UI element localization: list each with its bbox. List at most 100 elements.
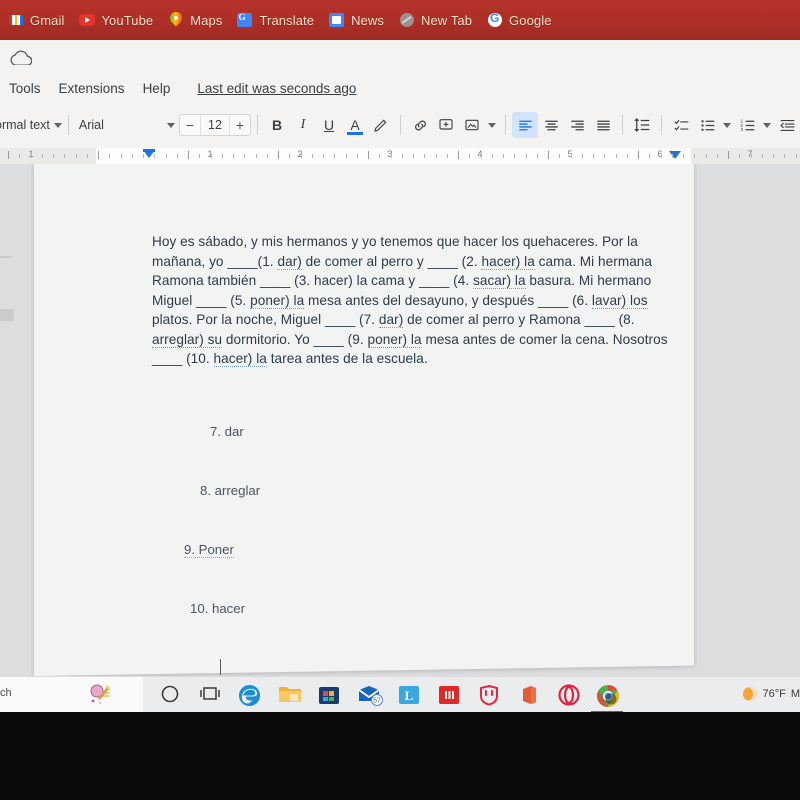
mail-icon[interactable]: 57	[358, 684, 383, 706]
task-view-icon[interactable]	[200, 684, 222, 706]
align-right-icon[interactable]	[564, 112, 590, 138]
ruler-tick	[98, 151, 99, 159]
ruler-tick	[255, 154, 257, 158]
insert-image-icon[interactable]	[459, 112, 485, 138]
font-size-stepper[interactable]: − 12 +	[179, 114, 251, 136]
answer-item-9[interactable]: 9. Poner	[184, 542, 234, 558]
align-center-icon[interactable]	[538, 112, 564, 138]
ruler-tick	[514, 154, 516, 158]
ruler-tick	[379, 154, 381, 158]
laptop-bezel	[0, 712, 800, 800]
bookmark-translate[interactable]: Translate	[231, 10, 323, 30]
docs-ruler[interactable]: 1 1 2 3 4 5 6 7	[0, 148, 800, 164]
weather-widget[interactable]: 76°F M	[743, 687, 800, 701]
text-color-button[interactable]: A	[342, 112, 368, 138]
ruler-tick	[761, 154, 763, 158]
numbered-list-icon[interactable]: 123	[734, 112, 760, 138]
ruler-tick	[536, 154, 538, 158]
answer-item-8[interactable]: 8. arreglar	[200, 483, 260, 498]
bold-button[interactable]: B	[264, 112, 290, 138]
paragraph-text: (2.	[457, 253, 482, 269]
bookmark-news[interactable]: News	[323, 10, 393, 30]
ruler-tick	[300, 154, 302, 158]
paragraph-style-value: Normal text	[0, 118, 50, 132]
add-comment-icon[interactable]	[433, 112, 459, 138]
bookmark-gmail[interactable]: Gmail	[2, 10, 73, 30]
paragraph-text: platos. Por la noche, Miguel	[152, 312, 325, 327]
windows-taskbar: ch 57 L 76°F M	[0, 676, 800, 712]
file-explorer-icon[interactable]	[278, 684, 301, 706]
opera-icon[interactable]	[558, 684, 580, 706]
ruler-tick	[86, 154, 88, 158]
decrease-indent-icon[interactable]	[774, 112, 800, 138]
answer-blank: ____	[260, 273, 291, 288]
bookmark-label: Translate	[259, 12, 315, 28]
menu-tools[interactable]: Tools	[0, 78, 50, 99]
document-page[interactable]: Hoy es sábado, y mis hermanos y yo tenem…	[34, 164, 694, 676]
bookmark-youtube[interactable]: YouTube	[73, 10, 162, 30]
bookmark-google[interactable]: Google	[481, 10, 561, 30]
shield-app-icon[interactable]	[478, 684, 500, 706]
insert-link-icon[interactable]	[407, 112, 433, 138]
paragraph-style-dropdown[interactable]: Normal text	[0, 118, 62, 132]
document-paragraph[interactable]: Hoy es sábado, y mis hermanos y yo tenem…	[152, 232, 670, 369]
search-input-text[interactable]: ch	[0, 687, 12, 699]
document-canvas[interactable]: Hoy es sábado, y mis hermanos y yo tenem…	[0, 164, 800, 676]
menu-extensions[interactable]: Extensions	[50, 78, 134, 99]
font-size-decrease-button[interactable]: −	[180, 115, 200, 135]
cortana-circle-icon[interactable]	[160, 684, 182, 706]
red-app-icon[interactable]	[438, 684, 460, 706]
font-size-value[interactable]: 12	[200, 115, 230, 135]
youtube-icon	[79, 12, 96, 28]
ruler-tick	[311, 154, 313, 158]
font-family-dropdown[interactable]: Arial	[75, 118, 175, 132]
align-left-icon[interactable]	[512, 112, 538, 138]
chevron-down-icon	[53, 122, 62, 128]
highlight-pen-icon[interactable]	[368, 112, 394, 138]
ruler-tick	[176, 154, 178, 158]
underline-button[interactable]: U	[316, 112, 342, 138]
checklist-icon[interactable]	[668, 112, 694, 138]
numbered-list-dropdown[interactable]	[760, 112, 774, 138]
paragraph-text: (9.	[343, 331, 368, 347]
menu-help[interactable]: Help	[134, 78, 180, 99]
answer-item-10[interactable]: 10. hacer	[190, 601, 245, 616]
store-icon[interactable]	[318, 684, 340, 706]
last-edit-status[interactable]: Last edit was seconds ago	[187, 78, 366, 99]
ruler-tick	[244, 154, 246, 158]
line-spacing-icon[interactable]	[629, 112, 655, 138]
cloud-saved-icon[interactable]	[10, 50, 32, 65]
ruler-tick	[503, 154, 504, 158]
bulleted-list-icon[interactable]	[694, 112, 720, 138]
ruler-tick	[199, 154, 201, 158]
edge-icon[interactable]	[238, 684, 261, 707]
font-size-increase-button[interactable]: +	[230, 115, 250, 135]
ruler-tick	[649, 154, 651, 158]
bookmark-maps[interactable]: Maps	[162, 10, 231, 30]
ruler-tick	[458, 151, 459, 159]
spellcheck-word: poner) la	[367, 331, 422, 348]
office-icon[interactable]	[518, 684, 540, 706]
chrome-icon[interactable]	[591, 684, 623, 712]
left-indent-marker[interactable]	[143, 150, 155, 158]
moon-icon	[743, 687, 758, 701]
ruler-tick	[593, 154, 594, 158]
bookmark-new-tab[interactable]: New Tab	[393, 10, 481, 30]
bookmarks-bar: Gmail YouTube Maps Translate News New Ta…	[0, 0, 800, 40]
insert-image-dropdown[interactable]	[485, 112, 499, 138]
search-box[interactable]: ch	[0, 677, 143, 712]
ruler-tick	[53, 154, 54, 158]
paragraph-text: de comer al perro y Ramona	[403, 312, 585, 327]
chevron-down-icon	[763, 122, 771, 128]
bookmark-label: Google	[509, 12, 552, 28]
lastpass-icon[interactable]: L	[398, 684, 420, 706]
paint-3d-icon[interactable]	[90, 684, 112, 706]
bulleted-list-dropdown[interactable]	[720, 112, 734, 138]
ruler-tick	[41, 154, 43, 158]
ruler-tick	[210, 154, 212, 158]
answer-item-7[interactable]: 7. dar	[210, 424, 244, 439]
align-justify-icon[interactable]	[590, 112, 616, 138]
chevron-down-icon	[723, 122, 731, 128]
toolbar-divider	[67, 115, 69, 135]
italic-button[interactable]: I	[290, 112, 316, 138]
